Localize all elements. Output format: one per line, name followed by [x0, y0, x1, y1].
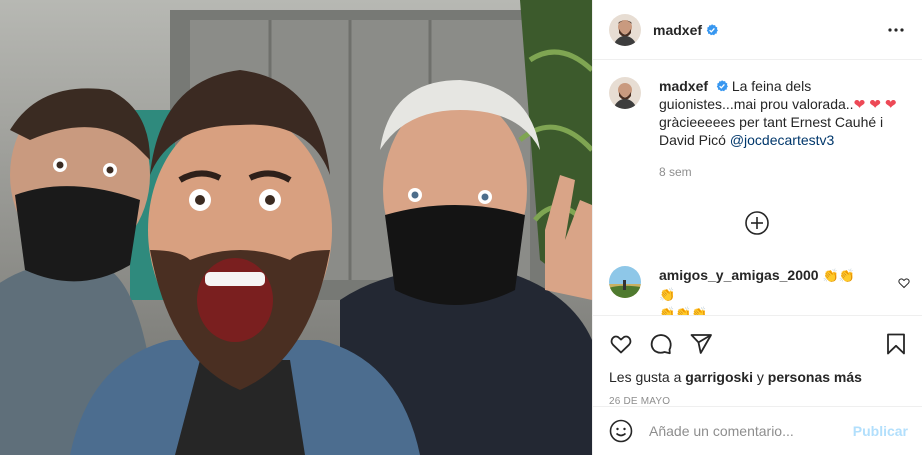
heart-icon: ❤	[884, 96, 897, 112]
post-actions: Les gusta a garrigoski y personas más 26…	[593, 315, 922, 407]
comments-section: madxef La feina dels guionistes...mai pr…	[593, 61, 922, 315]
comment-text: amigos_y_amigas_2000 👏👏👏 👏👏👏	[659, 266, 869, 315]
post-photo[interactable]	[0, 0, 592, 455]
timestamp[interactable]: 8 sem	[659, 163, 899, 181]
share-icon[interactable]	[689, 332, 713, 356]
caption-comment: madxef La feina dels guionistes...mai pr…	[609, 77, 908, 181]
username[interactable]: madxef	[653, 22, 702, 38]
emoji-line-2: 👏👏👏	[659, 306, 708, 315]
heart-icon: ❤	[853, 96, 866, 112]
likes-joiner: y	[752, 369, 768, 385]
caption-text: madxef La feina dels guionistes...mai pr…	[659, 77, 899, 181]
mention-link[interactable]: @jocdecartestv3	[730, 132, 834, 148]
heart-icon: ❤	[869, 96, 881, 112]
comment-item: amigos_y_amigas_2000 👏👏👏 👏👏👏	[609, 266, 909, 315]
comment-icon[interactable]	[649, 332, 673, 356]
likes-user[interactable]: garrigoski	[685, 369, 753, 385]
likes-others[interactable]: personas más	[768, 369, 862, 385]
publish-button[interactable]: Publicar	[853, 423, 908, 439]
selfie-image	[0, 0, 592, 455]
comment-like-icon[interactable]	[898, 277, 910, 289]
load-more-icon[interactable]	[744, 210, 770, 236]
emoji-icon[interactable]	[609, 419, 633, 443]
avatar[interactable]	[609, 77, 641, 109]
avatar[interactable]	[609, 13, 641, 46]
verified-badge-icon	[706, 23, 718, 35]
save-icon[interactable]	[884, 332, 908, 356]
caption-username[interactable]: madxef	[659, 78, 708, 94]
avatar[interactable]	[609, 266, 641, 298]
verified-badge-icon	[716, 80, 728, 92]
like-icon[interactable]	[609, 332, 633, 356]
more-options-icon[interactable]	[884, 18, 908, 42]
action-icons	[609, 324, 912, 364]
post-side-panel: madxef madxef La feina dels guionistes..…	[592, 0, 922, 455]
comment-username[interactable]: amigos_y_amigas_2000	[659, 267, 819, 283]
post-header: madxef	[593, 0, 922, 60]
instagram-post: madxef madxef La feina dels guionistes..…	[0, 0, 922, 455]
likes-summary: Les gusta a garrigoski y personas más	[609, 368, 912, 386]
likes-prefix: Les gusta a	[609, 369, 686, 385]
add-comment-bar: Publicar	[593, 406, 922, 455]
comment-input[interactable]	[649, 423, 853, 439]
